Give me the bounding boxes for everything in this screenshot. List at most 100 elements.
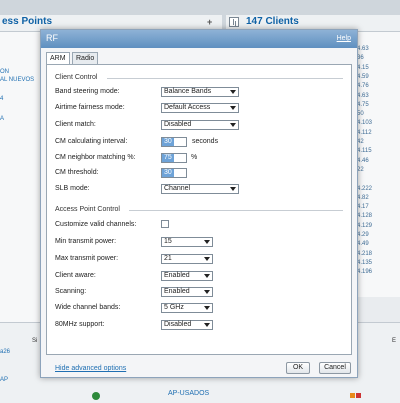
status-square-icon xyxy=(356,393,361,398)
arm-tab-content: Client Control Band steering mode: Balan… xyxy=(46,64,352,355)
client-list-item[interactable]: 4.112 xyxy=(357,130,372,138)
client-list-item[interactable]: 4.63 xyxy=(357,93,369,101)
80mhz-support-select[interactable]: Disabled xyxy=(161,320,213,330)
scanning-select[interactable]: Enabled xyxy=(161,287,213,297)
band-steering-select[interactable]: Balance Bands xyxy=(161,87,239,97)
left-panel-item[interactable]: ON xyxy=(0,69,9,75)
tab-radio[interactable]: Radio xyxy=(72,52,99,64)
client-list-item[interactable]: 4.59 xyxy=(357,74,369,82)
client-list-item[interactable]: 4.196 xyxy=(357,269,372,277)
status-square-icon xyxy=(350,393,355,398)
client-aware-label: Client aware: xyxy=(55,272,96,279)
select-value: Channel xyxy=(164,185,191,192)
rf-dialog: RF Help ARM Radio Client Control Band st… xyxy=(40,29,358,378)
client-list-item[interactable]: 4.129 xyxy=(357,223,372,231)
left-panel: ON AL NUEVOS 4 A xyxy=(0,32,40,322)
airtime-fairness-label: Airtime fairness mode: xyxy=(55,104,125,111)
client-list-item[interactable]: 4.218 xyxy=(357,251,372,259)
input-value: 30 xyxy=(162,169,174,177)
access-points-title: ess Points xyxy=(2,16,53,27)
hide-advanced-link[interactable]: Hide advanced options xyxy=(55,365,126,372)
bottom-row-label[interactable]: a26 xyxy=(0,349,10,355)
client-list-item[interactable]: 4.49 xyxy=(357,241,369,249)
help-link[interactable]: Help xyxy=(337,35,351,42)
client-list-item[interactable]: 42 xyxy=(357,139,364,147)
cm-interval-input[interactable]: 30 xyxy=(161,137,187,147)
select-value: Balance Bands xyxy=(164,88,212,95)
client-list-item[interactable]: 4.135 xyxy=(357,260,372,268)
chevron-down-icon xyxy=(204,274,210,278)
select-value: Disabled xyxy=(164,321,192,328)
chevron-down-icon xyxy=(230,90,236,94)
select-value: 5 GHz xyxy=(164,304,184,311)
customize-channels-checkbox[interactable] xyxy=(161,220,169,228)
slb-mode-select[interactable]: Channel xyxy=(161,184,239,194)
clients-list: 4.63 36 4.15 4.59 4.76 4.63 4.75 50 4.103 4.112 42… xyxy=(357,32,400,297)
chevron-down-icon xyxy=(204,290,210,294)
clients-icon xyxy=(229,17,239,27)
divider xyxy=(129,210,343,211)
chevron-down-icon xyxy=(230,106,236,110)
client-list-item[interactable]: 4.75 xyxy=(357,102,369,110)
client-list-item[interactable]: 50 xyxy=(357,111,364,119)
left-panel-item[interactable]: AL NUEVOS xyxy=(0,77,34,83)
cm-neighbor-unit: % xyxy=(191,154,198,161)
band-steering-label: Band steering mode: xyxy=(55,88,120,95)
select-value: Enabled xyxy=(164,288,190,295)
left-panel-item[interactable]: 4 xyxy=(0,96,3,102)
column-header: E xyxy=(392,338,397,344)
cm-threshold-label: CM threshold: xyxy=(55,169,99,176)
dialog-title: RF xyxy=(46,33,58,43)
chevron-down-icon xyxy=(204,240,210,244)
add-icon[interactable]: + xyxy=(207,17,212,27)
client-list-item[interactable]: 22 xyxy=(357,167,364,175)
client-list-item[interactable]: 4.115 xyxy=(357,148,372,156)
cm-interval-unit: seconds xyxy=(192,138,219,145)
client-list-item[interactable]: 4.128 xyxy=(357,213,372,221)
client-list-item[interactable]: 4.29 xyxy=(357,232,369,240)
airtime-fairness-select[interactable]: Default Access xyxy=(161,103,239,113)
client-list-item[interactable]: 4.17 xyxy=(357,204,369,212)
client-list-item[interactable]: 4.76 xyxy=(357,83,369,91)
ok-button[interactable]: OK xyxy=(286,362,310,374)
client-list-item[interactable]: 4.63 xyxy=(357,46,369,54)
chevron-down-icon xyxy=(204,306,210,310)
bottom-row-label[interactable]: AP xyxy=(0,377,8,383)
wide-bands-select[interactable]: 5 GHz xyxy=(161,303,213,313)
select-value: Enabled xyxy=(164,272,190,279)
cm-threshold-input[interactable]: 30 xyxy=(161,168,187,178)
section-client-control: Client Control xyxy=(55,74,98,81)
client-list-item[interactable]: 4.46 xyxy=(357,158,369,166)
client-aware-select[interactable]: Enabled xyxy=(161,271,213,281)
client-list-item[interactable]: 4.103 xyxy=(357,120,372,128)
chevron-down-icon xyxy=(204,257,210,261)
cm-interval-label: CM calculating interval: xyxy=(55,138,128,145)
client-match-select[interactable]: Disabled xyxy=(161,120,239,130)
max-power-select[interactable]: 21 xyxy=(161,254,213,264)
chevron-down-icon xyxy=(204,323,210,327)
cm-neighbor-input[interactable]: 75 xyxy=(161,153,187,163)
input-value: 30 xyxy=(162,138,174,146)
select-value: 21 xyxy=(164,255,172,262)
dialog-title-bar: RF Help xyxy=(41,30,357,48)
min-power-label: Min transmit power: xyxy=(55,238,117,245)
select-value: Disabled xyxy=(164,121,192,128)
select-value: Default Access xyxy=(164,104,211,111)
cancel-button[interactable]: Cancel xyxy=(319,362,351,374)
ap-group-link[interactable]: AP-USADOS xyxy=(168,390,209,397)
client-list-item[interactable]: 4.15 xyxy=(357,65,369,73)
80mhz-support-label: 80MHz support: xyxy=(55,321,105,328)
left-panel-item[interactable]: A xyxy=(0,116,4,122)
cm-neighbor-label: CM neighbor matching %: xyxy=(55,154,136,161)
min-power-select[interactable]: 15 xyxy=(161,237,213,247)
chevron-down-icon xyxy=(230,187,236,191)
status-dot-icon xyxy=(92,392,100,400)
slb-mode-label: SLB mode: xyxy=(55,185,90,192)
client-list-item[interactable]: 4.82 xyxy=(357,195,369,203)
section-ap-control: Access Point Control xyxy=(55,206,120,213)
column-header: Si xyxy=(32,338,38,344)
client-list-item[interactable]: 4.222 xyxy=(357,186,372,194)
input-value: 75 xyxy=(162,154,174,162)
client-list-item[interactable]: 36 xyxy=(357,55,364,63)
divider xyxy=(107,78,343,79)
